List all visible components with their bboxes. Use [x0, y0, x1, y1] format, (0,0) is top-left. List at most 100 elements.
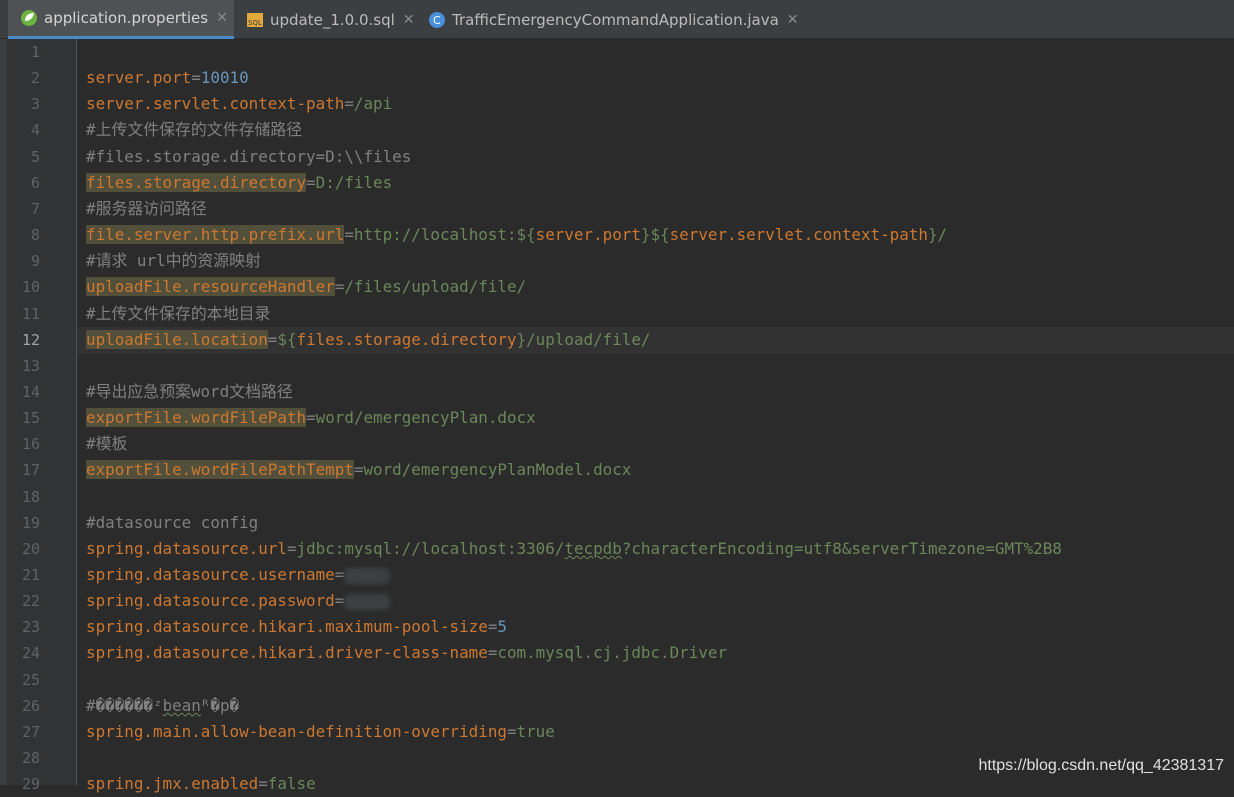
line-number: 29	[21, 775, 40, 794]
code-line[interactable]: #上传文件保存的本地目录	[86, 301, 270, 327]
line-number: 12	[21, 330, 40, 349]
code-token: ${	[277, 329, 297, 349]
java-class-icon: C	[428, 11, 446, 29]
spring-leaf-icon	[20, 9, 38, 27]
line-number: 15	[21, 409, 40, 428]
code-token: uploadFile.location	[86, 329, 268, 349]
code-line[interactable]: #服务器访问路径	[86, 196, 207, 222]
close-icon[interactable]: ✕	[216, 10, 228, 26]
code-token: =	[267, 329, 278, 349]
watermark-text: https://blog.csdn.net/qq_42381317	[978, 757, 1224, 774]
code-token: #导出应急预案word文档路径	[86, 381, 293, 401]
line-number: 5	[30, 147, 40, 166]
code-token: http://localhost:${	[353, 225, 536, 245]
line-number: 26	[21, 696, 40, 715]
code-token: }${	[640, 225, 670, 245]
code-line[interactable]: files.storage.directory=D:/files	[86, 170, 392, 196]
code-line[interactable]: spring.datasource.hikari.driver-class-na…	[86, 640, 727, 666]
code-line[interactable]: server.port=10010	[86, 65, 249, 91]
code-line[interactable]: server.servlet.context-path=/api	[86, 91, 392, 117]
tab-update-sql[interactable]: SQL update_1.0.0.sql ✕	[236, 0, 416, 39]
line-number: 6	[30, 173, 40, 192]
code-line[interactable]: #上传文件保存的文件存储路径	[86, 117, 302, 143]
svg-text:SQL: SQL	[248, 19, 262, 27]
code-token: spring.datasource.hikari.maximum-pool-si…	[86, 617, 488, 637]
code-line[interactable]: #������ᶻbeanᴿ�p�	[86, 693, 239, 719]
line-number-gutter: 1 2 3 4 5 6 7 8 9 10 11 12 13 14 15 16 17 18 19 20 21 22 23 24 2…	[7, 39, 77, 793]
line-number: 9	[30, 252, 40, 271]
line-number: 7	[30, 199, 40, 218]
code-token: false	[267, 774, 316, 794]
code-token: ᴿ	[200, 695, 211, 715]
tab-traffic-emergency-java[interactable]: C TrafficEmergencyCommandApplication.jav…	[418, 0, 799, 39]
code-token: #请求 url中的资源映射	[86, 251, 261, 271]
code-line[interactable]: #datasource config	[86, 510, 258, 536]
code-token: word/emergencyPlan.docx	[315, 408, 536, 428]
code-token: spring.jmx.enabled	[86, 774, 259, 794]
line-number: 18	[21, 487, 40, 506]
code-line[interactable]: spring.datasource.hikari.maximum-pool-si…	[86, 614, 507, 640]
close-icon[interactable]: ✕	[787, 12, 799, 28]
line-number: 27	[21, 722, 40, 741]
line-number: 17	[21, 461, 40, 480]
code-token: }/upload/file/	[516, 329, 651, 349]
line-number: 13	[21, 356, 40, 375]
redacted-value	[344, 567, 391, 584]
code-line[interactable]: spring.datasource.password=	[86, 588, 391, 614]
code-token: =	[344, 94, 354, 114]
code-token: =	[487, 643, 498, 663]
code-line[interactable]: #files.storage.directory=D:\\files	[86, 144, 411, 170]
tab-label: application.properties	[44, 9, 209, 27]
code-token: word/emergencyPlanModel.docx	[363, 460, 632, 480]
code-token: server.port	[535, 225, 641, 245]
sql-file-icon: SQL	[246, 11, 264, 29]
code-line[interactable]: file.server.http.prefix.url=http://local…	[86, 222, 947, 248]
code-line[interactable]: spring.datasource.url=jdbc:mysql://local…	[86, 536, 1062, 562]
code-line[interactable]: spring.datasource.username=	[86, 562, 391, 588]
code-token: server.servlet.context-path	[86, 94, 345, 114]
code-token: file.server.http.prefix.url	[86, 225, 345, 245]
code-token: #模板	[86, 434, 128, 454]
line-number: 11	[21, 304, 40, 323]
line-number: 4	[30, 121, 40, 140]
code-token: =	[344, 225, 354, 245]
code-token: ᶻ	[152, 695, 163, 715]
code-line[interactable]: #导出应急预案word文档路径	[86, 379, 293, 405]
line-number: 14	[21, 382, 40, 401]
line-number: 19	[21, 513, 40, 532]
line-number: 1	[30, 43, 40, 61]
code-token: #上传文件保存的文件存储路径	[86, 120, 303, 140]
code-token: com.mysql.cj.jdbc.Driver	[497, 643, 728, 663]
code-line[interactable]: exportFile.wordFilePathTempt=word/emerge…	[86, 457, 631, 483]
code-line[interactable]: #请求 url中的资源映射	[86, 248, 261, 274]
code-token: server.port	[86, 68, 192, 88]
line-number: 24	[21, 644, 40, 663]
line-number: 20	[21, 539, 40, 558]
code-token: =	[334, 591, 345, 611]
code-token: bean	[162, 695, 201, 715]
line-number: 8	[30, 226, 40, 245]
code-line[interactable]: uploadFile.resourceHandler=/files/upload…	[86, 274, 526, 300]
code-line[interactable]: spring.jmx.enabled=false	[86, 771, 316, 797]
code-token: =	[506, 721, 517, 741]
line-number: 25	[21, 670, 40, 689]
code-line[interactable]: uploadFile.location=${files.storage.dire…	[86, 327, 651, 353]
code-token: spring.datasource.url	[86, 538, 287, 558]
code-token: 10010	[200, 68, 249, 88]
tab-application-properties[interactable]: application.properties ✕	[8, 0, 234, 39]
code-token: =	[334, 565, 345, 584]
code-token: =	[306, 408, 316, 428]
code-token: =	[258, 774, 268, 794]
tab-label: TrafficEmergencyCommandApplication.java	[452, 10, 779, 29]
line-number: 3	[30, 95, 40, 114]
code-line[interactable]: spring.main.allow-bean-definition-overri…	[86, 719, 555, 745]
code-token: =	[191, 68, 201, 88]
code-token: exportFile.wordFilePathTempt	[86, 460, 354, 480]
close-icon[interactable]: ✕	[403, 12, 415, 28]
line-number: 22	[21, 592, 40, 611]
code-line[interactable]: exportFile.wordFilePath=word/emergencyPl…	[86, 405, 536, 431]
code-token: jdbc:mysql://localhost:3306/	[296, 538, 565, 558]
svg-text:C: C	[433, 14, 441, 27]
code-line[interactable]: #模板	[86, 431, 127, 457]
code-token: /api	[353, 94, 393, 114]
